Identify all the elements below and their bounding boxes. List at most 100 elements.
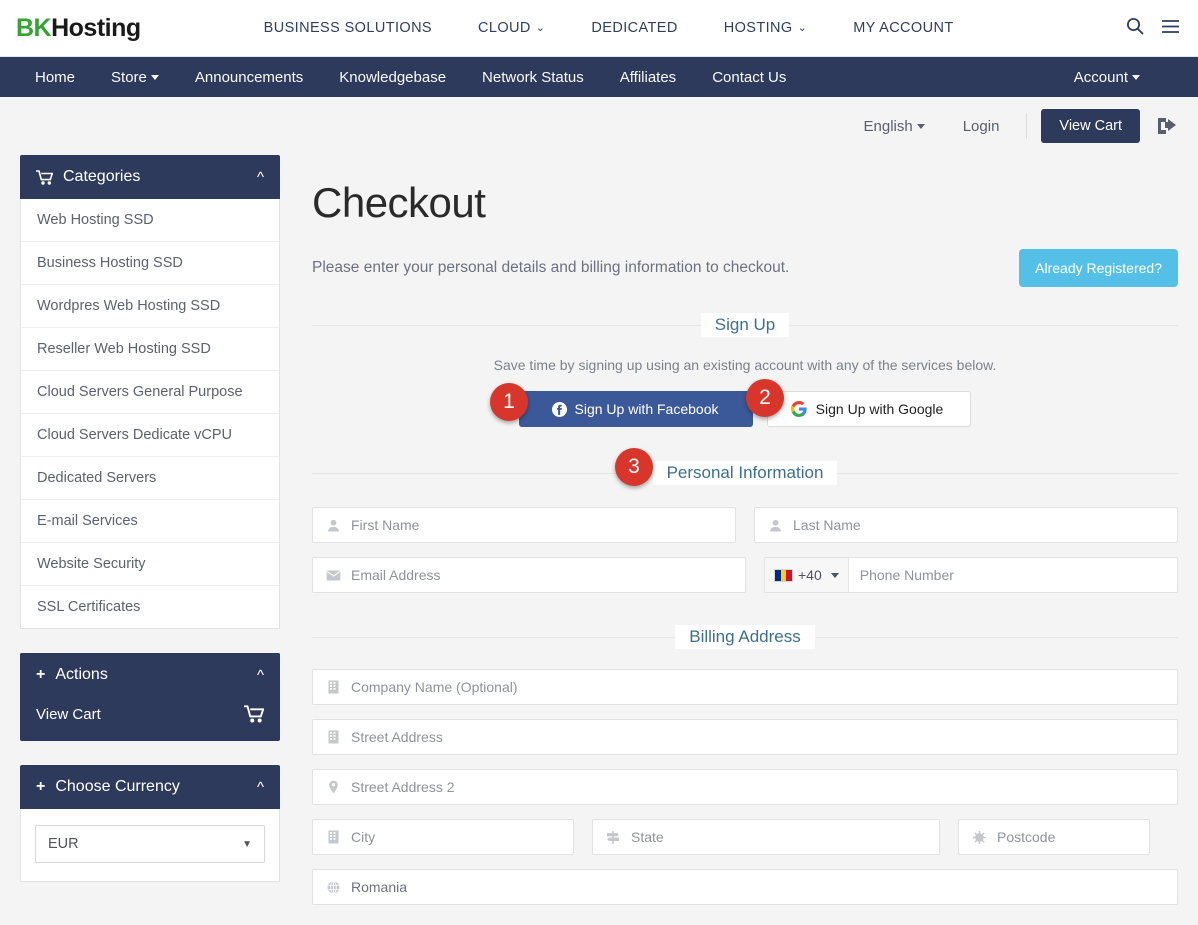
subnav-item-affiliates[interactable]: Affiliates [602,69,694,86]
last-name-field[interactable]: Last Name [754,507,1178,543]
subnav-label: Affiliates [619,68,677,86]
billing-address-legend: Billing Address [312,625,1178,649]
street-address-field[interactable]: Street Address [312,719,1178,755]
site-header: BKHosting BUSINESS SOLUTIONS CLOUD ⌄ DEDI… [0,0,1198,57]
subnav-item-contact-us[interactable]: Contact Us [694,69,804,86]
login-link[interactable]: Login [944,118,1019,135]
company-name-field[interactable]: Company Name (Optional) [312,669,1178,705]
signup-description: Save time by signing up using an existin… [493,357,997,373]
phone-placeholder: Phone Number [859,567,954,583]
country-select-field[interactable]: Romania [312,869,1178,905]
postcode-field[interactable]: Postcode [958,819,1150,855]
search-icon[interactable] [1126,17,1144,35]
header-icon-group [1126,17,1180,35]
sidebar-item-dedicated-servers[interactable]: Dedicated Servers [21,457,279,500]
nav-item-cloud[interactable]: CLOUD ⌄ [455,20,568,36]
first-name-field[interactable]: First Name [312,507,736,543]
sidebar-item-ssl-certificates[interactable]: SSL Certificates [21,586,279,628]
street-address-2-field[interactable]: Street Address 2 [312,769,1178,805]
hamburger-menu-icon[interactable] [1161,19,1180,34]
signpost-icon [603,830,623,844]
sidebar-item-cloud-servers-general-purpose[interactable]: Cloud Servers General Purpose [21,371,279,414]
sidebar-item-web-hosting-ssd[interactable]: Web Hosting SSD [21,199,279,242]
currency-select[interactable]: EUR ▼ [35,825,265,863]
page-content: Categories ^ Web Hosting SSD Business Ho… [0,155,1198,925]
email-field[interactable]: Email Address [312,557,746,593]
signup-facebook-button[interactable]: Sign Up with Facebook [519,391,753,427]
plus-icon: + [36,778,46,795]
lead-row: Please enter your personal details and b… [312,249,1178,287]
city-field[interactable]: City [312,819,574,855]
sidebar-item-cloud-servers-dedicate-vcpu[interactable]: Cloud Servers Dedicate vCPU [21,414,279,457]
sidebar-item-reseller-web-hosting-ssd[interactable]: Reseller Web Hosting SSD [21,328,279,371]
step-badge-2: 2 [746,379,784,417]
step-badge-1: 1 [490,383,528,421]
state-field[interactable]: State [592,819,940,855]
currency-panel-header[interactable]: + Choose Currency ^ [20,765,280,809]
chevron-up-icon[interactable]: ^ [257,169,264,186]
categories-panel-header[interactable]: Categories ^ [20,155,280,199]
street-address-placeholder: Street Address [351,729,443,745]
main-content: Checkout Please enter your personal deta… [312,155,1178,925]
map-pin-icon [323,780,343,794]
first-name-placeholder: First Name [351,517,420,533]
nav-item-hosting[interactable]: HOSTING ⌄ [701,20,830,36]
subnav-item-store[interactable]: Store [93,69,177,86]
caret-down-icon [1132,74,1140,80]
page-title: Checkout [312,179,486,226]
facebook-icon [551,401,567,417]
chevron-down-icon: ⌄ [535,22,546,34]
nav-label: DEDICATED [591,20,678,36]
cart-icon [244,705,264,723]
sidebar: Categories ^ Web Hosting SSD Business Ho… [20,155,280,925]
gear-icon [969,830,989,844]
sidebar-item-email-services[interactable]: E-mail Services [21,500,279,543]
subnav-label: Contact Us [712,68,787,86]
nav-label: BUSINESS SOLUTIONS [263,20,433,36]
phone-field[interactable]: +40 Phone Number [764,557,1178,593]
nav-label: HOSTING [723,20,793,36]
subnav-label: Knowledgebase [339,68,447,86]
cart-icon [36,169,53,185]
country-value: Romania [351,879,408,895]
language-selector[interactable]: English [845,118,944,135]
name-fields-row: First Name Last Name [312,507,1178,543]
chevron-up-icon[interactable]: ^ [257,779,264,796]
globe-icon [323,880,343,894]
company-name-placeholder: Company Name (Optional) [351,679,518,695]
sidebar-item-wordpres-web-hosting-ssd[interactable]: Wordpres Web Hosting SSD [21,285,279,328]
logo-bk-text: BK [16,13,52,42]
sidebar-item-website-security[interactable]: Website Security [21,543,279,586]
subnav-item-home[interactable]: Home [17,69,93,86]
subnav-item-account[interactable]: Account [1056,69,1158,86]
sidebar-view-cart-link[interactable]: View Cart [36,706,101,723]
actions-view-cart-row[interactable]: View Cart [20,697,280,723]
user-icon [323,519,343,532]
country-code-selector[interactable]: +40 [765,558,849,592]
actions-panel-header[interactable]: + Actions ^ [20,653,280,697]
caret-down-icon [830,572,839,578]
nav-item-business-solutions[interactable]: BUSINESS SOLUTIONS [241,20,455,36]
site-logo[interactable]: BKHosting [16,14,141,43]
actions-panel-title: Actions [55,666,108,683]
subnav-item-knowledgebase[interactable]: Knowledgebase [321,69,464,86]
chevron-up-icon[interactable]: ^ [257,667,264,684]
categories-panel: Categories ^ Web Hosting SSD Business Ho… [20,155,280,629]
building-icon [323,680,343,694]
page-root: BKHosting BUSINESS SOLUTIONS CLOUD ⌄ DEDI… [0,0,1198,925]
subnav-item-network-status[interactable]: Network Status [464,69,602,86]
nav-item-my-account[interactable]: MY ACCOUNT [830,20,976,36]
logout-icon[interactable] [1156,116,1178,136]
personal-information-legend: 3 Personal Information [312,448,1178,486]
subnav-item-announcements[interactable]: Announcements [177,69,321,86]
view-cart-button[interactable]: View Cart [1041,109,1140,143]
signup-section-legend: Sign Up [312,313,1178,337]
utility-bar: English Login View Cart [0,97,1198,155]
city-placeholder: City [351,829,376,845]
already-registered-button[interactable]: Already Registered? [1019,249,1178,287]
google-icon [790,401,807,417]
street2-row: Street Address 2 [312,769,1178,805]
nav-item-dedicated[interactable]: DEDICATED [568,20,700,36]
signup-google-button[interactable]: Sign Up with Google [767,391,971,427]
sidebar-item-business-hosting-ssd[interactable]: Business Hosting SSD [21,242,279,285]
